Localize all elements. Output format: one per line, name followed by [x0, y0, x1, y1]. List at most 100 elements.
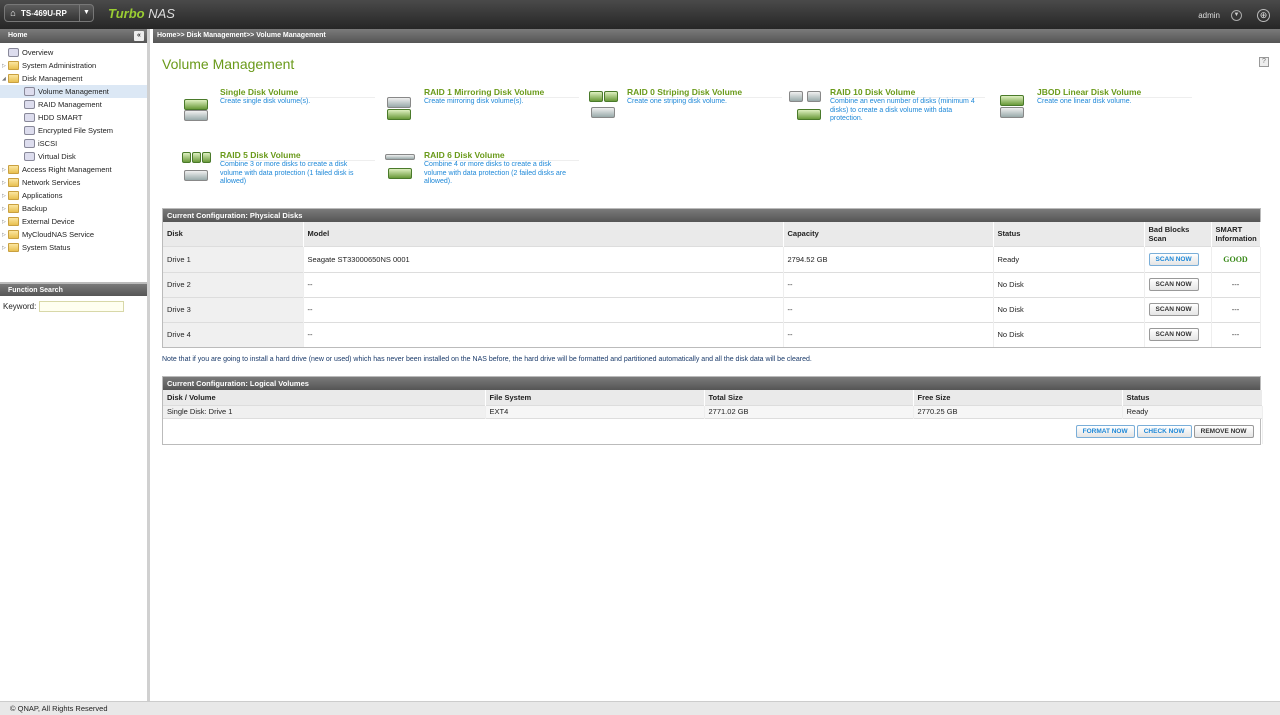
sidebar-item-label: Applications [22, 191, 63, 200]
page-icon [24, 113, 35, 122]
user-menu-icon[interactable]: ▼ [1231, 10, 1242, 21]
physical-disks-panel: Current Configuration: Physical Disks Di… [162, 208, 1261, 348]
table-row: Drive 3 -- -- No Disk SCAN NOW --- [163, 296, 1261, 322]
sidebar-item-encrypted-file-system[interactable]: Encrypted File System [0, 124, 147, 137]
sidebar-item-hdd-smart[interactable]: HDD SMART [0, 111, 147, 124]
sidebar-item-virtual-disk[interactable]: Virtual Disk [0, 150, 147, 163]
sidebar-item-external-device[interactable]: ▷ External Device [0, 215, 147, 228]
disk-cell: Drive 4 [163, 321, 304, 347]
sidebar-item-disk-management[interactable]: ◢ Disk Management [0, 72, 147, 85]
col-bad-blocks: Bad Blocks Scan [1144, 222, 1212, 246]
page-title: Volume Management [162, 56, 295, 72]
sidebar-item-label: HDD SMART [38, 113, 83, 122]
remove-now-button[interactable]: REMOVE NOW [1193, 424, 1254, 438]
volume-type-name[interactable]: RAID 5 Disk Volume [220, 150, 301, 160]
sidebar-item-system-status[interactable]: ▷ System Status [0, 241, 147, 254]
volume-type-name[interactable]: JBOD Linear Disk Volume [1037, 87, 1141, 97]
breadcrumb: Home>> Disk Management>> Volume Manageme… [153, 29, 1280, 43]
sidebar-item-label: iSCSI [38, 139, 58, 148]
col-model: Model [303, 222, 784, 246]
folder-icon [8, 230, 19, 239]
col-vol-status: Status [1122, 390, 1263, 405]
disk-icon [586, 87, 620, 127]
check-now-button[interactable]: CHECK NOW [1136, 424, 1192, 438]
volume-type-name[interactable]: RAID 6 Disk Volume [424, 150, 505, 160]
volume-type-name[interactable]: RAID 0 Striping Disk Volume [627, 87, 742, 97]
scan-now-button[interactable]: SCAN NOW [1148, 252, 1199, 266]
volume-type-desc: Combine an even number of disks (minimum… [830, 98, 975, 122]
page-icon [24, 152, 35, 161]
volume-type-desc: Create one striping disk volume. [627, 98, 727, 105]
collapse-icon[interactable]: « [134, 31, 144, 41]
jbod-volume-option[interactable]: JBOD Linear Disk Volume Create one linea… [996, 87, 1196, 137]
disk-icon [996, 87, 1030, 127]
sidebar-item-raid-management[interactable]: RAID Management [0, 98, 147, 111]
disk-cell: Drive 1 [163, 245, 304, 272]
page-icon [8, 48, 19, 57]
help-icon[interactable]: ? [1259, 57, 1269, 67]
sidebar-item-label: System Status [22, 243, 71, 252]
disk-icon [179, 87, 213, 127]
sidebar-item-backup[interactable]: ▷ Backup [0, 202, 147, 215]
globe-icon[interactable]: ⊕ [1257, 9, 1270, 22]
volume-type-name[interactable]: Single Disk Volume [220, 87, 298, 97]
volume-type-name[interactable]: RAID 1 Mirroring Disk Volume [424, 87, 544, 97]
sidebar-item-mycloudnas-service[interactable]: ▷ MyCloudNAS Service [0, 228, 147, 241]
dropdown-arrow-icon[interactable]: ▼ [79, 5, 93, 21]
sidebar-item-applications[interactable]: ▷ Applications [0, 189, 147, 202]
sidebar-item-system-administration[interactable]: ▷ System Administration [0, 59, 147, 72]
format-now-button[interactable]: FORMAT NOW [1075, 424, 1135, 438]
sidebar-item-network-services[interactable]: ▷ Network Services [0, 176, 147, 189]
raid1-volume-option[interactable]: RAID 1 Mirroring Disk Volume Create mirr… [383, 87, 583, 137]
volume-type-desc: Create one linear disk volume. [1037, 98, 1132, 105]
sidebar-item-label: MyCloudNAS Service [22, 230, 95, 239]
scan-now-button[interactable]: SCAN NOW [1148, 303, 1199, 316]
scan-now-button[interactable]: SCAN NOW [1148, 278, 1199, 291]
keyword-input[interactable] [39, 300, 125, 312]
user-name[interactable]: admin [1198, 11, 1220, 20]
footer: © QNAP, All Rights Reserved [0, 701, 1280, 715]
volume-type-name[interactable]: RAID 10 Disk Volume [830, 87, 915, 97]
sidebar-item-access-right-management[interactable]: ▷ Access Right Management [0, 163, 147, 176]
col-total-size: Total Size [704, 390, 914, 405]
page-icon [24, 139, 35, 148]
raid6-volume-option[interactable]: RAID 6 Disk Volume Combine 4 or more dis… [383, 150, 583, 200]
sidebar-item-volume-management[interactable]: Volume Management [0, 85, 147, 98]
raid0-volume-option[interactable]: RAID 0 Striping Disk Volume Create one s… [586, 87, 786, 137]
sidebar-item-overview[interactable]: Overview [0, 46, 147, 59]
model-cell: -- [303, 321, 784, 347]
col-status: Status [993, 222, 1145, 246]
status-cell: No Disk [993, 271, 1145, 297]
disk-icon [179, 150, 213, 190]
physical-disks-title: Current Configuration: Physical Disks [163, 209, 1260, 222]
logical-volumes-table: Disk / Volume File System Total Size Fre… [163, 390, 1263, 444]
main-content: Volume Management ? Single Disk Volume C… [153, 43, 1280, 701]
raid5-volume-option[interactable]: RAID 5 Disk Volume Combine 3 or more dis… [179, 150, 379, 200]
function-search: Function Search Keyword: [0, 282, 147, 316]
smart-status: --- [1211, 296, 1261, 322]
smart-status[interactable]: GOOD [1223, 255, 1247, 264]
single-disk-volume-option[interactable]: Single Disk Volume Create single disk vo… [179, 87, 379, 137]
sidebar-item-label: System Administration [22, 61, 97, 70]
page-icon [24, 87, 35, 96]
sidebar: Home « Overview ▷ System Administration ◢ Di… [0, 29, 150, 701]
vol-status-cell: Ready [1122, 404, 1263, 418]
filesystem-cell: EXT4 [485, 404, 705, 418]
table-row[interactable]: Single Disk: Drive 1 EXT4 2771.02 GB 277… [163, 404, 1263, 418]
format-note: Note that if you are going to install a … [162, 356, 812, 363]
folder-icon [8, 178, 19, 187]
capacity-cell: -- [783, 296, 994, 322]
table-row: Drive 2 -- -- No Disk SCAN NOW --- [163, 271, 1261, 297]
col-volume: Disk / Volume [163, 390, 486, 405]
volume-type-desc: Create single disk volume(s). [220, 98, 311, 105]
model-selector[interactable]: ⌂ TS-469U-RP ▼ [4, 4, 94, 22]
nav-tree: Overview ▷ System Administration ◢ Disk Mana… [0, 43, 147, 254]
disk-cell: Drive 2 [163, 271, 304, 297]
folder-icon [8, 191, 19, 200]
scan-now-button[interactable]: SCAN NOW [1148, 328, 1199, 342]
sidebar-item-iscsi[interactable]: iSCSI [0, 137, 147, 150]
capacity-cell: -- [783, 271, 994, 297]
raid10-volume-option[interactable]: RAID 10 Disk Volume Combine an even numb… [789, 87, 989, 137]
model-cell: -- [303, 296, 784, 322]
page-icon [24, 126, 35, 135]
